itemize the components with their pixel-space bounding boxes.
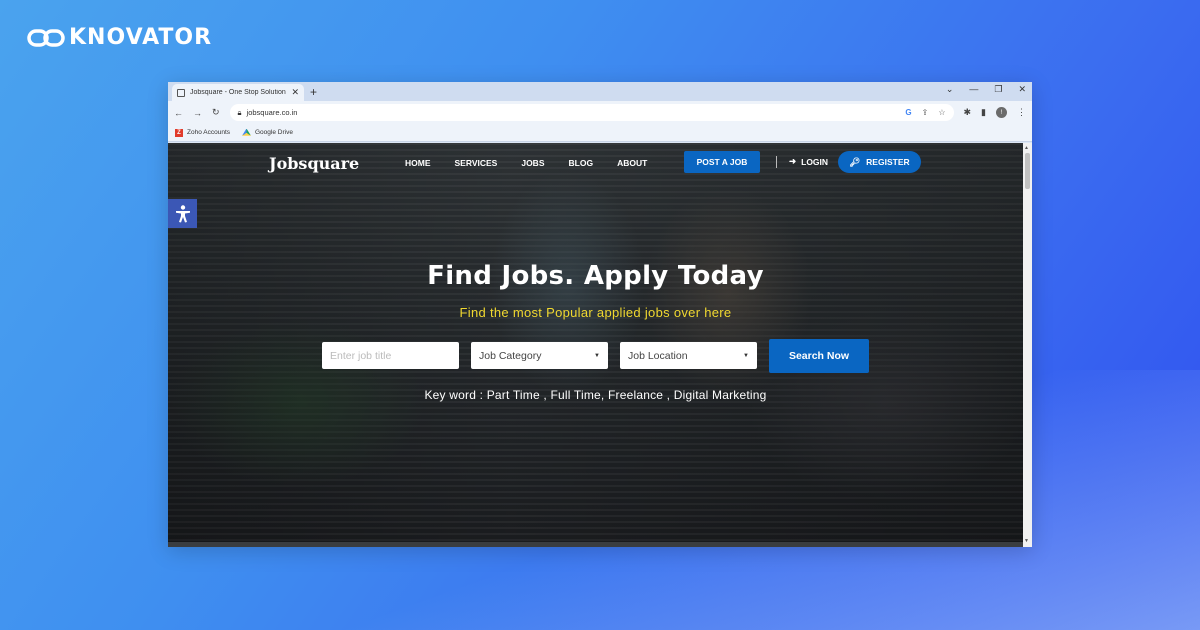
forward-button[interactable]: → bbox=[193, 108, 202, 118]
new-tab-button[interactable]: + bbox=[310, 85, 317, 99]
tab-search-icon[interactable]: ⌄ bbox=[946, 84, 954, 95]
bookmarks-bar: Z Zoho Accounts Google Drive bbox=[168, 124, 1032, 142]
browser-toolbar: ← → ↻ 🔒︎ jobsquare.co.in G ⇪ ☆ ✱ ▮ ! ⋮ bbox=[168, 101, 1032, 124]
reload-button[interactable]: ↻ bbox=[212, 107, 220, 118]
close-tab-icon[interactable]: ✕ bbox=[291, 87, 299, 98]
menu-icon[interactable]: ⋮ bbox=[1017, 107, 1026, 118]
search-now-button[interactable]: Search Now bbox=[769, 339, 869, 373]
brand-name: KNOVATOR bbox=[69, 25, 213, 50]
key-icon: 🔑︎ bbox=[849, 156, 861, 167]
hero-section: Find Jobs. Apply Today Find the most Pop… bbox=[168, 261, 1023, 320]
extensions-icon[interactable]: ✱ bbox=[964, 107, 972, 118]
tab-title: Jobsquare - One Stop Solution fo bbox=[190, 89, 287, 96]
job-search-form: Enter job title Job Category ▼ Job Locat… bbox=[322, 339, 869, 373]
scrollbar-thumb[interactable] bbox=[1025, 153, 1030, 189]
page-scrollbar[interactable]: ▲ ▼ bbox=[1023, 143, 1032, 547]
nav-divider bbox=[776, 156, 777, 168]
page-icon bbox=[177, 88, 185, 97]
scroll-down-icon[interactable]: ▼ bbox=[1024, 538, 1029, 544]
job-location-value: Job Location bbox=[628, 349, 688, 362]
nav-about[interactable]: ABOUT bbox=[617, 158, 647, 168]
site-navbar: Jobsquare HOME SERVICES JOBS BLOG ABOUT … bbox=[168, 151, 1023, 175]
bookmark-google-drive[interactable]: Google Drive bbox=[242, 128, 293, 137]
nav-links: HOME SERVICES JOBS BLOG ABOUT bbox=[405, 158, 647, 168]
knovator-brand: KNOVATOR bbox=[27, 25, 212, 50]
nav-blog[interactable]: BLOG bbox=[569, 158, 594, 168]
job-category-select[interactable]: Job Category ▼ bbox=[471, 342, 608, 369]
close-window-button[interactable]: ✕ bbox=[1018, 84, 1026, 95]
accessibility-button[interactable] bbox=[168, 199, 197, 228]
lock-icon[interactable]: 🔒︎ bbox=[238, 108, 242, 118]
browser-window: Jobsquare - One Stop Solution fo ✕ + ⌄ —… bbox=[168, 82, 1032, 547]
caret-down-icon: ▼ bbox=[743, 352, 749, 359]
zoho-icon: Z bbox=[175, 128, 183, 137]
hero-subtitle: Find the most Popular applied jobs over … bbox=[459, 305, 732, 320]
bookmark-star-icon[interactable]: ☆ bbox=[938, 108, 945, 117]
job-title-input[interactable]: Enter job title bbox=[322, 342, 459, 369]
register-label: REGISTER bbox=[866, 157, 910, 167]
url-text[interactable]: jobsquare.co.in bbox=[247, 108, 298, 117]
share-icon[interactable]: ⇪ bbox=[922, 108, 929, 117]
register-button[interactable]: 🔑︎ REGISTER bbox=[838, 151, 921, 173]
tab-strip: Jobsquare - One Stop Solution fo ✕ + ⌄ —… bbox=[168, 82, 1032, 101]
login-icon: ➜ bbox=[789, 156, 797, 166]
extensions-area: ✱ ▮ ! ⋮ bbox=[964, 107, 1026, 118]
window-controls: ⌄ — ❐ ✕ bbox=[946, 84, 1026, 95]
hero-title: Find Jobs. Apply Today bbox=[427, 261, 764, 291]
job-category-value: Job Category bbox=[479, 349, 542, 362]
post-job-button[interactable]: POST A JOB bbox=[684, 151, 760, 173]
google-translate-icon[interactable]: G bbox=[905, 108, 911, 117]
caret-down-icon: ▼ bbox=[594, 352, 600, 359]
scroll-up-icon[interactable]: ▲ bbox=[1024, 145, 1029, 151]
bookmark-zoho-accounts[interactable]: Z Zoho Accounts bbox=[175, 128, 230, 137]
back-button[interactable]: ← bbox=[174, 108, 183, 118]
job-location-select[interactable]: Job Location ▼ bbox=[620, 342, 757, 369]
bookmark-label: Google Drive bbox=[255, 129, 293, 136]
job-title-placeholder: Enter job title bbox=[330, 349, 392, 362]
page-viewport: Jobsquare HOME SERVICES JOBS BLOG ABOUT … bbox=[168, 143, 1023, 547]
nav-services[interactable]: SERVICES bbox=[455, 158, 498, 168]
google-drive-icon bbox=[242, 128, 251, 136]
keyword-suggestions: Key word : Part Time , Full Time, Freela… bbox=[424, 388, 767, 402]
minimize-button[interactable]: — bbox=[969, 84, 978, 95]
side-panel-icon[interactable]: ▮ bbox=[981, 107, 986, 118]
maximize-button[interactable]: ❐ bbox=[994, 84, 1002, 95]
site-logo[interactable]: Jobsquare bbox=[269, 154, 359, 173]
bookmark-label: Zoho Accounts bbox=[187, 129, 230, 136]
accessibility-icon bbox=[175, 204, 190, 222]
login-label: LOGIN bbox=[801, 156, 829, 167]
browser-tab[interactable]: Jobsquare - One Stop Solution fo ✕ bbox=[172, 84, 304, 101]
infinity-link-icon bbox=[27, 28, 65, 47]
nav-home[interactable]: HOME bbox=[405, 158, 431, 168]
login-link[interactable]: ➜ LOGIN bbox=[789, 156, 828, 167]
address-bar[interactable]: 🔒︎ jobsquare.co.in G ⇪ ☆ bbox=[229, 104, 954, 121]
nav-jobs[interactable]: JOBS bbox=[521, 158, 544, 168]
profile-avatar[interactable]: ! bbox=[996, 107, 1007, 118]
